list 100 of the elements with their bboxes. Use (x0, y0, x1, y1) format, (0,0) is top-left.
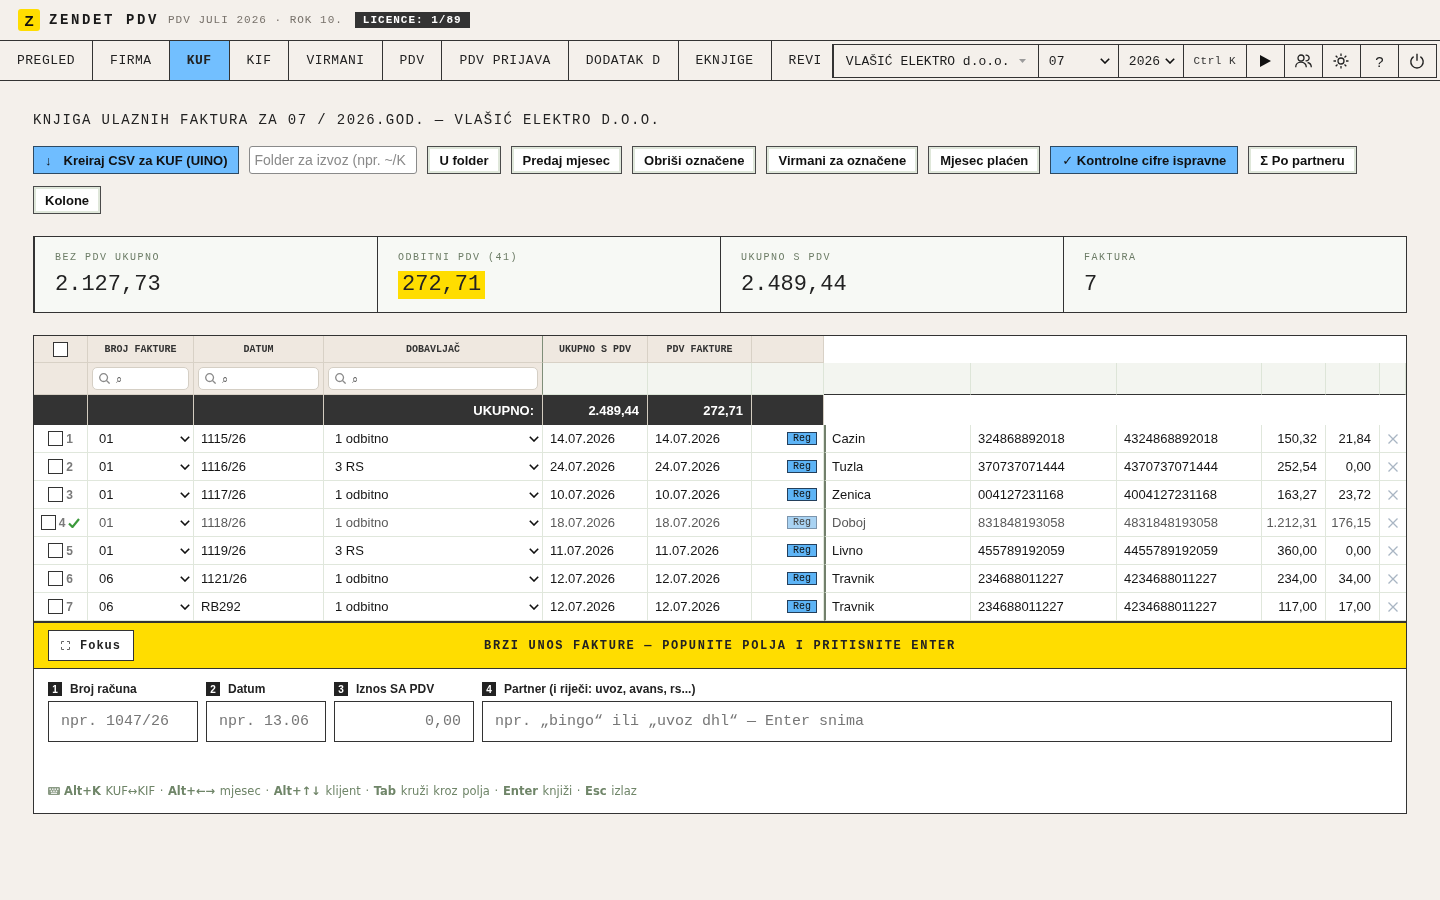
code-dropdown[interactable]: 06 (88, 565, 193, 592)
filter-cell (1262, 363, 1326, 395)
table-cell: 150,32 (1262, 425, 1326, 453)
category-dropdown[interactable]: 1 odbitno (324, 509, 542, 536)
chevron-down-icon (529, 547, 539, 554)
code-dropdown[interactable]: 06 (88, 593, 193, 620)
nav-tab[interactable]: DODATAK D (568, 41, 679, 80)
filter-field[interactable]: ⌕ (92, 367, 189, 390)
row-number: 7 (66, 599, 73, 614)
chevron-down-icon (529, 463, 539, 470)
reg-button[interactable]: Reg (787, 572, 817, 585)
reg-button[interactable]: Reg (787, 516, 817, 529)
reg-button[interactable]: Reg (787, 488, 817, 501)
filter-field[interactable]: ⌕ (328, 367, 538, 390)
nav-tab[interactable]: KIF (229, 41, 290, 80)
command-button[interactable]: Ctrl K (1182, 45, 1246, 77)
category-dropdown[interactable]: 3 RS (324, 453, 542, 480)
row-checkbox[interactable] (48, 599, 64, 614)
code-dropdown[interactable]: 01 (88, 453, 193, 480)
action-button[interactable]: U folder (427, 146, 501, 174)
code-dropdown[interactable]: 01 (88, 481, 193, 508)
step-number: 4 (482, 682, 496, 696)
category-dropdown[interactable]: 3 RS (324, 537, 542, 564)
year-dropdown[interactable]: 2026 (1117, 45, 1183, 77)
table-cell: 14.07.2026 (648, 425, 752, 453)
nav-tab[interactable]: PDV (382, 41, 443, 80)
app-name: ZENDET PDV (49, 12, 159, 28)
table-cell: 18.07.2026 (543, 509, 648, 537)
code-dropdown[interactable]: 01 (88, 509, 193, 536)
action-button[interactable]: Kolone (33, 186, 102, 214)
stat-label: UKUPNO S PDV (741, 252, 831, 264)
table-cell: 4324868892018 (1117, 425, 1262, 453)
focus-button[interactable]: Fokus (48, 630, 134, 661)
reg-button[interactable]: Reg (787, 600, 817, 613)
category-dropdown[interactable]: 1 odbitno (324, 565, 542, 592)
action-button[interactable]: Σ Po partneru (1248, 146, 1357, 174)
input-field[interactable]: npr. 1047/26 (48, 701, 198, 742)
check-icon (68, 517, 81, 528)
row-checkbox[interactable] (48, 487, 64, 502)
reg-button[interactable]: Reg (787, 460, 817, 473)
stat-value: 272,71 (398, 271, 486, 299)
action-button[interactable]: Obriši označene (632, 146, 757, 174)
select-all-checkbox[interactable] (53, 341, 68, 357)
table-cell: 11.07.2026 (543, 537, 648, 565)
table-cell: 1115/26 (194, 425, 324, 453)
nav-tab[interactable]: KUF (169, 41, 230, 80)
action-button[interactable]: Mjesec plaćen (928, 146, 1041, 174)
nav-tab[interactable]: REVI (771, 41, 832, 80)
category-dropdown[interactable]: 1 odbitno (324, 481, 542, 508)
column-header: UKUPNO S PDV (543, 336, 648, 363)
chevron-down-icon (180, 435, 190, 442)
column-header: DOBAVLJAČ (324, 336, 543, 363)
table-cell: 831848193058 (971, 509, 1117, 537)
chevron-down-icon (529, 603, 539, 610)
nav-tab[interactable]: PREGLED (0, 41, 94, 80)
row-checkbox[interactable] (48, 543, 64, 558)
category-dropdown[interactable]: 1 odbitno (324, 593, 542, 620)
chevron-down-icon (180, 519, 190, 526)
category-dropdown[interactable]: 1 odbitno (324, 425, 542, 452)
client-dropdown[interactable]: VLAŠIĆ ELEKTRO d.o.o. (833, 45, 1038, 77)
action-button[interactable]: ✓ Kontrolne cifre ispravne (1050, 146, 1239, 174)
code-dropdown[interactable]: 01 (88, 425, 193, 452)
nav-tab[interactable]: VIRMANI (289, 41, 383, 80)
row-checkbox[interactable] (48, 431, 64, 446)
table-cell: 324868892018 (971, 425, 1117, 453)
nav-tab[interactable]: FIRMA (93, 41, 170, 80)
logo: Z (18, 9, 40, 31)
row-checkbox[interactable] (48, 459, 64, 474)
row-number: 4 (58, 515, 66, 530)
filter-field[interactable]: ⌕ (198, 367, 319, 390)
input-field[interactable]: 0,00 (334, 701, 474, 742)
chevron-down-icon (180, 463, 190, 470)
action-button[interactable]: Predaj mjesec (510, 146, 623, 174)
filter-cell (1326, 363, 1380, 395)
filter-cell (752, 363, 824, 395)
action-button[interactable]: Virmani za označene (766, 146, 919, 174)
nav-tab[interactable]: PDV PRIJAVA (442, 41, 569, 80)
table-cell: 4831848193058 (1117, 509, 1262, 537)
month-dropdown[interactable]: 07 (1037, 45, 1118, 77)
row-checkbox[interactable] (48, 571, 64, 586)
nav-tab[interactable]: EKNJIGE (678, 41, 772, 80)
license-badge: LICENCE: 1/89 (354, 12, 470, 28)
table-cell: Zenica (824, 481, 971, 509)
reg-button[interactable]: Reg (787, 432, 817, 445)
chevron-down-icon (529, 575, 539, 582)
table-cell: 11.07.2026 (648, 537, 752, 565)
table-cell: 176,15 (1326, 509, 1380, 537)
play-icon (1259, 55, 1271, 67)
input-field[interactable]: npr. 13.06 (206, 701, 326, 742)
reg-button[interactable]: Reg (787, 544, 817, 557)
table-cell: 1118/26 (194, 509, 324, 537)
folder-field[interactable]: Folder za izvoz (npr. ~/K (249, 146, 418, 174)
row-number: 3 (66, 487, 73, 502)
help-button[interactable]: ? (1359, 45, 1398, 77)
field-label: Datum (228, 682, 266, 696)
action-button[interactable]: ↓ Kreiraj CSV za KUF (UINO) (33, 146, 240, 174)
row-checkbox[interactable] (40, 515, 56, 530)
input-field[interactable]: npr. „bingo“ ili „uvoz dhl“ — Enter snima (482, 701, 1392, 742)
code-dropdown[interactable]: 01 (88, 537, 193, 564)
field-label: Iznos SA PDV (356, 682, 435, 696)
